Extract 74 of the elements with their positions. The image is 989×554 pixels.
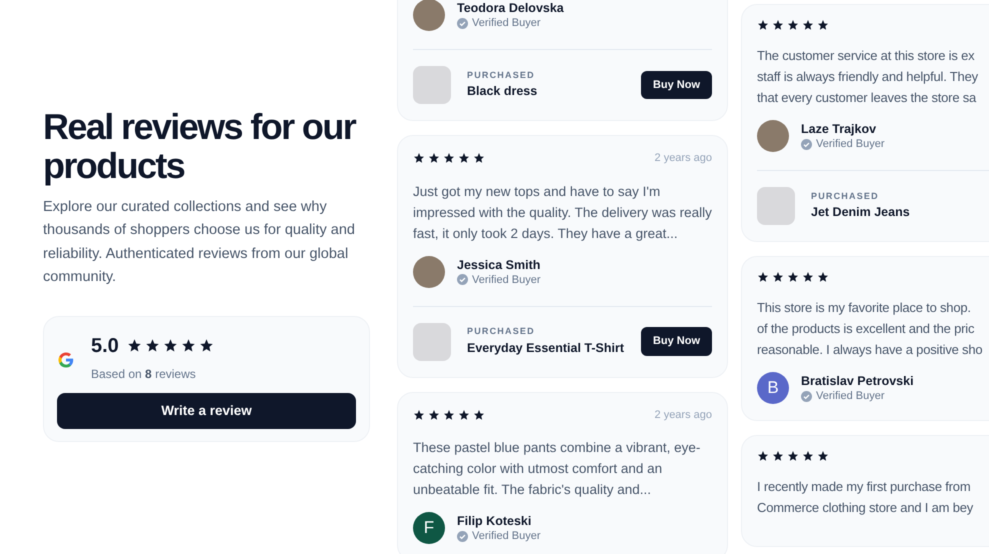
- product-photo-placeholder: [757, 187, 795, 225]
- star-icon: [144, 338, 160, 354]
- star-icon: [787, 271, 799, 283]
- star-icon: [180, 338, 196, 354]
- avatar-initial: B: [757, 372, 789, 404]
- google-logo-icon: [57, 350, 75, 369]
- star-icon: [428, 408, 440, 421]
- review-date: 2 years ago: [654, 408, 712, 422]
- buy-now-button[interactable]: Buy Now: [640, 327, 712, 356]
- star-icon: [757, 450, 769, 462]
- star-icon: [473, 408, 485, 421]
- star-icon: [757, 19, 769, 31]
- verified-check-icon: [457, 274, 468, 285]
- purchased-label: PURCHASED: [811, 190, 880, 203]
- star-icon: [802, 271, 814, 283]
- avatar-initial: F: [413, 512, 445, 544]
- star-icon: [443, 152, 455, 164]
- purchased-label: PURCHASED: [467, 325, 536, 338]
- review-text: Just got my new tops and have to say I'm impressed with the quality. The delivery was really fast, it only took 2 days. They have a great...: [413, 182, 712, 243]
- product-photo-placeholder: [413, 66, 451, 104]
- star-icon: [757, 271, 769, 283]
- rating-score: 5.0: [91, 334, 119, 359]
- star-icon: [413, 152, 425, 164]
- star-icon: [428, 152, 440, 164]
- verified-buyer-label: Verified Buyer: [472, 272, 540, 286]
- purchased-label: PURCHASED: [467, 68, 536, 82]
- star-icon: [817, 450, 829, 462]
- reviewer-name: Laze Trajkov: [801, 121, 878, 137]
- product-name: Everyday Essential T-Shirt: [467, 340, 625, 357]
- product-name: Jet Denim Jeans: [811, 204, 911, 222]
- verified-check-icon: [801, 390, 812, 402]
- star-icon: [458, 152, 470, 164]
- star-icon: [198, 338, 214, 354]
- star-icon: [772, 450, 784, 462]
- page-heading: Real reviews for our products: [43, 108, 357, 186]
- star-icon: [458, 408, 470, 421]
- verified-check-icon: [457, 530, 468, 542]
- star-icon: [126, 338, 142, 354]
- star-icon: [772, 271, 784, 283]
- product-photo-placeholder: [413, 322, 451, 360]
- star-icon: [817, 19, 829, 31]
- star-icon: [413, 408, 425, 421]
- verified-buyer-label: Verified Buyer: [816, 137, 884, 151]
- verified-buyer-label: Verified Buyer: [472, 529, 540, 543]
- star-icon: [802, 19, 814, 31]
- avatar-photo-placeholder: [413, 256, 445, 288]
- reviewer-name: Jessica Smith: [457, 256, 540, 272]
- product-name: Black dress: [467, 83, 538, 100]
- review-text: These pastel blue pants combine a vibrant, eye-catching color with utmost comfort and an unbeatable fit. The fabric's quality and...: [413, 439, 702, 499]
- star-icon: [817, 271, 829, 283]
- reviewer-name: Teodora Delovska: [457, 0, 564, 16]
- intro-text: Explore our curated collections and see why thousands of shoppers choose us for quality and reliability. Authenticated reviews from our global community.: [43, 198, 356, 288]
- review-text: The customer service at this store is ex staff is always friendly and helpful. They that every customer leaves the store sa: [757, 47, 979, 107]
- star-icon: [473, 152, 485, 164]
- review-text: This store is my favorite place to shop. of the products is excellent and the pric reasonable. I always have a positive sho: [757, 299, 984, 359]
- reviewer-name: Bratislav Petrovski: [801, 373, 914, 389]
- review-text: I recently made my first purchase from Commerce clothing store and I am bey: [757, 478, 974, 517]
- verified-buyer-label: Verified Buyer: [472, 16, 540, 30]
- avatar-photo-placeholder: [757, 120, 789, 152]
- avatar-photo-placeholder: [413, 0, 445, 31]
- star-icon: [787, 450, 799, 462]
- star-icon: [772, 19, 784, 31]
- buy-now-button[interactable]: Buy Now: [640, 70, 712, 100]
- write-review-button[interactable]: Write a review: [57, 392, 356, 429]
- star-icon: [443, 408, 455, 421]
- verified-check-icon: [457, 18, 468, 28]
- verified-buyer-label: Verified Buyer: [816, 389, 884, 403]
- star-icon: [162, 338, 178, 354]
- review-date: 2 years ago: [654, 151, 712, 166]
- reviewer-name: Filip Koteski: [457, 513, 532, 529]
- star-icon: [787, 19, 799, 31]
- star-icon: [802, 450, 814, 462]
- verified-check-icon: [801, 138, 812, 150]
- review-count-text: Based on 8 reviews: [91, 366, 197, 383]
